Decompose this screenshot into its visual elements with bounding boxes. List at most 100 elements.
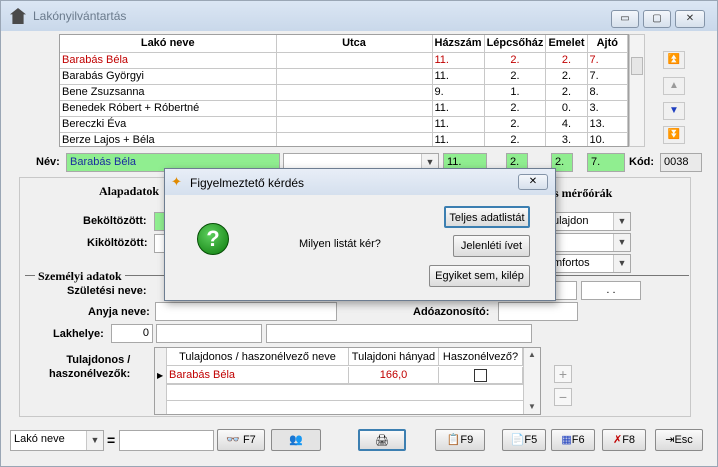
- dialog-title: Figyelmeztető kérdés: [190, 176, 305, 190]
- cell-stair: 2.: [484, 100, 547, 117]
- question-dialog: ✦ Figyelmeztető kérdés ✕ ? Milyen listát…: [164, 168, 556, 301]
- cell-floor: 2.: [545, 84, 588, 101]
- prev-record-icon[interactable]: ▲: [663, 77, 685, 95]
- col-lepcsohaz[interactable]: Lépcsőház: [484, 35, 547, 53]
- cell-street: [276, 68, 433, 85]
- add-owner-icon[interactable]: +: [554, 365, 572, 383]
- section-title: Személyi adatok: [35, 269, 125, 284]
- tax-id-field[interactable]: [498, 302, 578, 321]
- filter-button[interactable]: 👥: [271, 429, 321, 451]
- sort-field-combo[interactable]: Lakó neve ▼: [10, 430, 104, 451]
- dialog-title-bar: ✦ Figyelmeztető kérdés ✕: [165, 169, 555, 195]
- edit-f6-button[interactable]: ▦F6: [551, 429, 595, 451]
- cell-name: Barabás Béla: [60, 52, 277, 69]
- chevron-down-icon[interactable]: ▼: [86, 431, 103, 450]
- new-f5-button[interactable]: 📄F5: [502, 429, 546, 451]
- attendance-sheet-button[interactable]: Jelenléti ívet: [453, 235, 530, 257]
- cell-door: 7.: [587, 68, 628, 85]
- table-row[interactable]: Bene Zsuzsanna 9. 1. 2. 8.: [60, 84, 628, 101]
- owner-share-cell[interactable]: 166,0: [349, 367, 439, 384]
- chevron-down-icon[interactable]: ▼: [613, 255, 630, 272]
- search-f7-button[interactable]: 👓 F7: [217, 429, 265, 451]
- last-record-icon[interactable]: ⏬: [663, 126, 685, 144]
- kod-label: Kód:: [629, 156, 655, 168]
- cell-house: 11.: [432, 52, 485, 69]
- kikoltozott-label: Kiköltözött:: [87, 237, 148, 249]
- cell-street: [276, 52, 433, 69]
- owners-scrollbar[interactable]: ▲ ▼: [523, 348, 540, 414]
- col-utca[interactable]: Utca: [276, 35, 433, 53]
- combo-2[interactable]: ▼: [549, 233, 631, 252]
- grid-scrollbar[interactable]: [629, 34, 645, 147]
- sort-value: Lakó neve: [14, 433, 65, 445]
- exit-esc-button[interactable]: ⇥Esc: [655, 429, 703, 451]
- search-input[interactable]: [119, 430, 214, 451]
- edit-icon: ▦: [561, 434, 572, 446]
- scrollbar-thumb[interactable]: [631, 57, 643, 75]
- cell-name: Berze Lajos + Béla: [60, 132, 277, 146]
- col-usufruct[interactable]: Haszonélvező?: [439, 348, 523, 366]
- binoculars-disabled-icon: 👥: [289, 434, 303, 446]
- scroll-up-icon[interactable]: ▲: [528, 350, 536, 359]
- table-row[interactable]: Barabás Béla 11. 2. 2. 7.: [60, 52, 628, 69]
- owner-name-cell[interactable]: Barabás Béla: [167, 367, 349, 384]
- equals-sign: =: [107, 432, 116, 448]
- table-row[interactable]: Barabás Györgyi 11. 2. 2. 7.: [60, 68, 628, 85]
- minimize-button[interactable]: ▭: [611, 10, 639, 28]
- tab-alapadatok[interactable]: Alapadatok: [99, 184, 159, 199]
- f7-label: F7: [242, 434, 256, 446]
- close-button[interactable]: ✕: [675, 10, 705, 28]
- col-hazszam[interactable]: Házszám: [432, 35, 485, 53]
- residents-grid[interactable]: Lakó neve Utca Házszám Lépcsőház Emelet …: [59, 34, 629, 147]
- table-row[interactable]: Benedek Róbert + Róbertné 11. 2. 0. 3.: [60, 100, 628, 117]
- maximize-button[interactable]: ▢: [643, 10, 671, 28]
- mother-name-field[interactable]: [155, 302, 337, 321]
- col-ajto[interactable]: Ajtó: [587, 35, 628, 53]
- new-document-icon: 📄: [510, 434, 525, 446]
- full-list-button[interactable]: Teljes adatlistát: [444, 206, 530, 228]
- cell-house: 11.: [432, 132, 485, 146]
- cell-house: 11.: [432, 68, 485, 85]
- code-field: 0038: [660, 153, 702, 172]
- remove-owner-icon[interactable]: −: [554, 388, 572, 406]
- dialog-question: Milyen listát kér?: [299, 238, 381, 250]
- ownership-combo[interactable]: ulajdon ▼: [549, 212, 631, 231]
- first-record-icon[interactable]: ⏫: [663, 51, 685, 69]
- cancel-exit-button[interactable]: Egyiket sem, kilép: [429, 265, 530, 287]
- cell-street: [276, 84, 433, 101]
- cell-floor: 2.: [545, 52, 588, 69]
- col-owner-name[interactable]: Tulajdonos / haszonélvező neve: [167, 348, 349, 366]
- cell-street: [276, 132, 433, 146]
- usufruct-cell[interactable]: [439, 367, 523, 384]
- col-share[interactable]: Tulajdoni hányad: [349, 348, 439, 366]
- birth-date-field[interactable]: . .: [581, 281, 641, 300]
- next-record-icon[interactable]: ▼: [663, 102, 685, 120]
- bekoltozott-label: Beköltözött:: [83, 215, 147, 227]
- delete-f8-button[interactable]: ✗F8: [602, 429, 646, 451]
- f6-label: F6: [571, 434, 585, 446]
- scroll-down-icon[interactable]: ▼: [528, 402, 536, 411]
- owners-grid[interactable]: Tulajdonos / haszonélvező neve Tulajdoni…: [154, 347, 541, 415]
- f9-button[interactable]: 📋F9: [435, 429, 485, 451]
- tab-meroorak[interactable]: s mérőórák: [554, 186, 612, 201]
- comfort-value: mfortos: [553, 257, 590, 269]
- print-button[interactable]: 🖨: [358, 429, 406, 451]
- table-row[interactable]: Bereczki Éva 11. 2. 4. 13.: [60, 116, 628, 133]
- title-bar: Lakónyilvántartás ▭ ▢ ✕: [1, 1, 717, 31]
- col-emelet[interactable]: Emelet: [545, 35, 588, 53]
- address-field[interactable]: [266, 324, 532, 343]
- f8-label: F8: [622, 434, 636, 446]
- cell-name: Bereczki Éva: [60, 116, 277, 133]
- delete-icon: ✗: [612, 434, 623, 446]
- usufruct-checkbox[interactable]: [474, 369, 487, 382]
- zip-field[interactable]: 0: [111, 324, 153, 343]
- cell-stair: 2.: [484, 116, 547, 133]
- comfort-combo[interactable]: mfortos ▼: [549, 254, 631, 273]
- city-field[interactable]: [156, 324, 262, 343]
- chevron-down-icon[interactable]: ▼: [613, 234, 630, 251]
- table-row[interactable]: Berze Lajos + Béla 11. 2. 3. 10.: [60, 132, 628, 146]
- door-field[interactable]: 7.: [587, 153, 625, 172]
- col-lako-neve[interactable]: Lakó neve: [60, 35, 277, 53]
- dialog-close-button[interactable]: ✕: [518, 174, 548, 190]
- chevron-down-icon[interactable]: ▼: [613, 213, 630, 230]
